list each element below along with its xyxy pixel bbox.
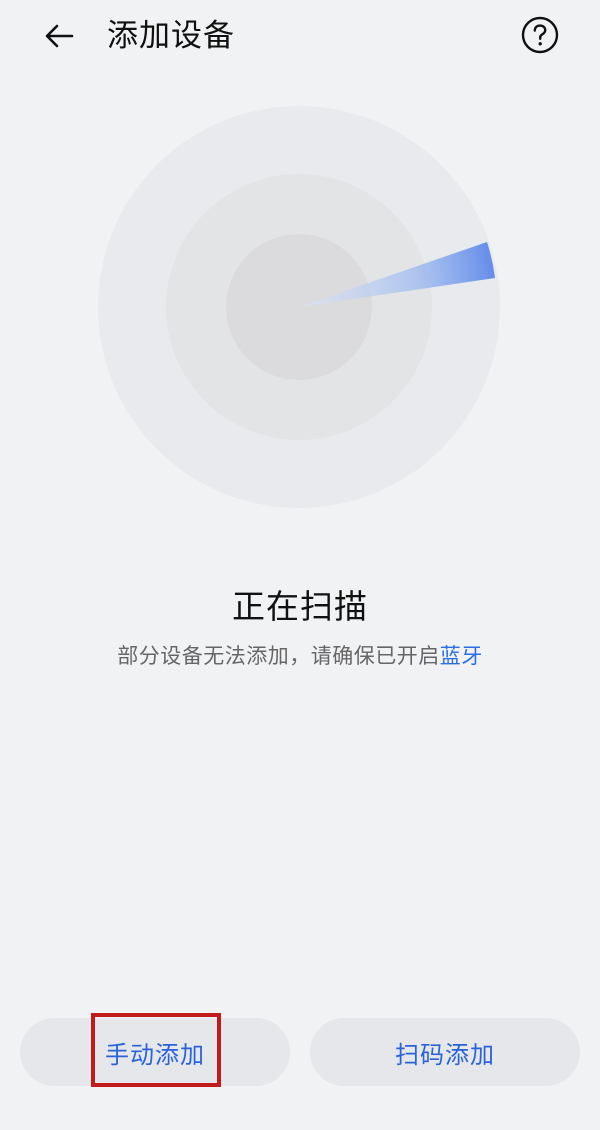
scan-status-title: 正在扫描 bbox=[232, 587, 368, 626]
arrow-left-icon bbox=[45, 24, 74, 48]
scan-radar bbox=[98, 106, 500, 508]
scan-hint: 部分设备无法添加，请确保已开启蓝牙 bbox=[0, 640, 600, 670]
help-button[interactable] bbox=[515, 10, 565, 60]
scan-hint-text: 部分设备无法添加，请确保已开启 bbox=[117, 644, 440, 668]
help-circle-icon bbox=[521, 16, 559, 54]
back-button[interactable] bbox=[36, 12, 84, 60]
manual-add-button[interactable]: 手动添加 bbox=[20, 1018, 290, 1086]
bluetooth-link[interactable]: 蓝牙 bbox=[440, 644, 483, 668]
qr-add-button[interactable]: 扫码添加 bbox=[310, 1018, 580, 1086]
page-title: 添加设备 bbox=[107, 18, 235, 54]
app-header: 添加设备 bbox=[0, 0, 600, 70]
